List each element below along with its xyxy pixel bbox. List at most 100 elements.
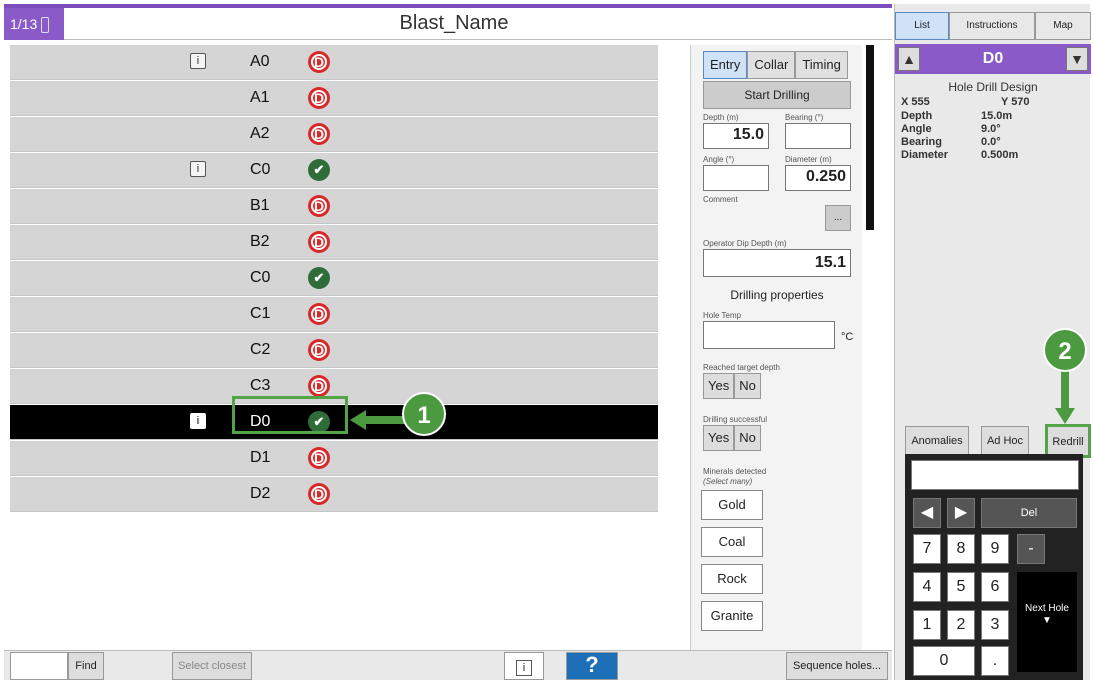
keypad-7[interactable]: 7 bbox=[913, 534, 941, 564]
mineral-granite-button[interactable]: Granite bbox=[701, 601, 763, 631]
mineral-rock-button[interactable]: Rock bbox=[701, 564, 763, 594]
hole-row[interactable]: B2 D bbox=[10, 225, 658, 260]
drilling-properties-heading: Drilling properties bbox=[730, 288, 824, 302]
hole-name: C0 bbox=[250, 269, 271, 286]
hole-name: A1 bbox=[250, 89, 270, 106]
keypad-del-button[interactable]: Del bbox=[981, 498, 1077, 528]
info-button[interactable]: i bbox=[504, 652, 544, 680]
hole-row[interactable]: B1 D bbox=[10, 189, 658, 224]
success-yes-button[interactable]: Yes bbox=[703, 425, 735, 451]
keypad-3[interactable]: 3 bbox=[981, 610, 1009, 640]
hole-counter: 1/13 bbox=[4, 8, 64, 40]
page-title: Blast_Name bbox=[399, 12, 509, 34]
comment-label: Comment bbox=[703, 195, 738, 204]
tab-collar[interactable]: Collar bbox=[747, 51, 796, 79]
adhoc-button[interactable]: Ad Hoc bbox=[981, 426, 1029, 456]
drill-status-icon: D bbox=[308, 339, 330, 361]
right-tabs: List Instructions Map bbox=[895, 12, 1091, 40]
redrill-button[interactable]: Redrill bbox=[1045, 424, 1091, 458]
hole-list: i A0 D A1 D A2 Di C0 ✔ B1 D B2 D C0 ✔ C1 D C2 D C3 Di D0 ✔ D1 D D… bbox=[10, 45, 658, 513]
hole-row[interactable]: i A0 D bbox=[10, 45, 658, 80]
tab-map[interactable]: Map bbox=[1035, 12, 1091, 40]
keypad-9[interactable]: 9 bbox=[981, 534, 1009, 564]
success-no-button[interactable]: No bbox=[734, 425, 761, 451]
drill-status-icon: D bbox=[308, 195, 330, 217]
design-value: 0.0° bbox=[981, 136, 1001, 148]
drill-status-icon: D bbox=[308, 87, 330, 109]
bearing-field[interactable] bbox=[785, 123, 851, 149]
coord-y: Y 570 bbox=[1001, 96, 1030, 108]
entry-scrollbar[interactable] bbox=[866, 45, 874, 230]
next-hole-label: Next Hole bbox=[1025, 603, 1069, 614]
find-input[interactable] bbox=[10, 652, 68, 680]
mineral-coal-button[interactable]: Coal bbox=[701, 527, 763, 557]
hole-row[interactable]: D1 D bbox=[10, 441, 658, 476]
comment-button[interactable]: ... bbox=[825, 205, 851, 231]
keypad-2[interactable]: 2 bbox=[947, 610, 975, 640]
drill-status-icon: D bbox=[308, 483, 330, 505]
mineral-gold-button[interactable]: Gold bbox=[701, 490, 763, 520]
hole-name: D2 bbox=[250, 485, 271, 502]
hole-row[interactable]: C0 ✔ bbox=[10, 261, 658, 296]
info-icon[interactable]: i bbox=[190, 413, 206, 429]
reached-no-button[interactable]: No bbox=[734, 373, 761, 399]
keypad-0[interactable]: 0 bbox=[913, 646, 975, 676]
info-icon[interactable]: i bbox=[190, 161, 206, 177]
callout-badge-2: 2 bbox=[1043, 328, 1087, 372]
hole-row[interactable]: i C0 ✔ bbox=[10, 153, 658, 188]
angle-field[interactable] bbox=[703, 165, 769, 191]
reached-depth-toggle: Yes No bbox=[703, 373, 761, 399]
hole-row[interactable]: C2 D bbox=[10, 333, 658, 368]
hole-name: C3 bbox=[250, 377, 271, 394]
drill-status-icon: D bbox=[308, 447, 330, 469]
highlight-box-selected-hole bbox=[232, 396, 348, 434]
hole-name: D1 bbox=[250, 449, 271, 466]
select-closest-button[interactable]: Select closest bbox=[172, 652, 252, 680]
reached-yes-button[interactable]: Yes bbox=[703, 373, 735, 399]
hole-counter-text: 1/13 bbox=[10, 16, 38, 32]
keypad-right-icon[interactable]: ▶ bbox=[947, 498, 975, 528]
check-icon: ✔ bbox=[308, 267, 330, 289]
next-hole-button[interactable]: Next Hole ▼ bbox=[1017, 572, 1077, 672]
keypad-5[interactable]: 5 bbox=[947, 572, 975, 602]
design-key: Bearing bbox=[901, 136, 942, 148]
design-key: Diameter bbox=[901, 149, 949, 161]
hole-row[interactable]: D2 D bbox=[10, 477, 658, 512]
hole-temp-unit: °C bbox=[841, 331, 854, 343]
dip-depth-field[interactable]: 15.1 bbox=[703, 249, 851, 277]
design-value: 15.0m bbox=[981, 110, 1013, 122]
keypad-1[interactable]: 1 bbox=[913, 610, 941, 640]
help-button[interactable]: ? bbox=[566, 652, 618, 680]
tab-list[interactable]: List bbox=[895, 12, 949, 40]
next-hole-icon[interactable]: ▼ bbox=[1066, 47, 1088, 71]
reached-depth-label: Reached target depth bbox=[703, 363, 780, 372]
keypad-6[interactable]: 6 bbox=[981, 572, 1009, 602]
current-hole-bar: ▲ D0 ▼ bbox=[895, 44, 1091, 74]
sequence-holes-button[interactable]: Sequence holes... bbox=[786, 652, 888, 680]
hole-row[interactable]: A2 D bbox=[10, 117, 658, 152]
keypad-left-icon[interactable]: ◀ bbox=[913, 498, 941, 528]
hole-temp-field[interactable] bbox=[703, 321, 835, 349]
battery-icon bbox=[41, 17, 50, 34]
arrow-down-icon bbox=[1055, 370, 1075, 424]
tab-timing[interactable]: Timing bbox=[795, 51, 848, 79]
keypad-display[interactable] bbox=[911, 460, 1079, 490]
depth-field[interactable]: 15.0 bbox=[703, 123, 769, 149]
drill-status-icon: D bbox=[308, 231, 330, 253]
tab-instructions[interactable]: Instructions bbox=[949, 12, 1035, 40]
info-icon[interactable]: i bbox=[190, 53, 206, 69]
keypad-minus[interactable]: - bbox=[1017, 534, 1045, 564]
keypad-4[interactable]: 4 bbox=[913, 572, 941, 602]
hole-row[interactable]: C1 D bbox=[10, 297, 658, 332]
find-button[interactable]: Find bbox=[68, 652, 104, 680]
diameter-field[interactable]: 0.250 bbox=[785, 165, 851, 191]
keypad-dot[interactable]: . bbox=[981, 646, 1009, 676]
bottom-bar: Find Select closest i ? Sequence holes..… bbox=[4, 650, 892, 680]
start-drilling-button[interactable]: Start Drilling bbox=[703, 81, 851, 109]
arrow-left-icon bbox=[350, 410, 410, 430]
keypad-8[interactable]: 8 bbox=[947, 534, 975, 564]
tab-entry[interactable]: Entry bbox=[703, 51, 748, 79]
drill-status-icon: D bbox=[308, 51, 330, 73]
anomalies-button[interactable]: Anomalies bbox=[905, 426, 969, 456]
hole-row[interactable]: A1 D bbox=[10, 81, 658, 116]
